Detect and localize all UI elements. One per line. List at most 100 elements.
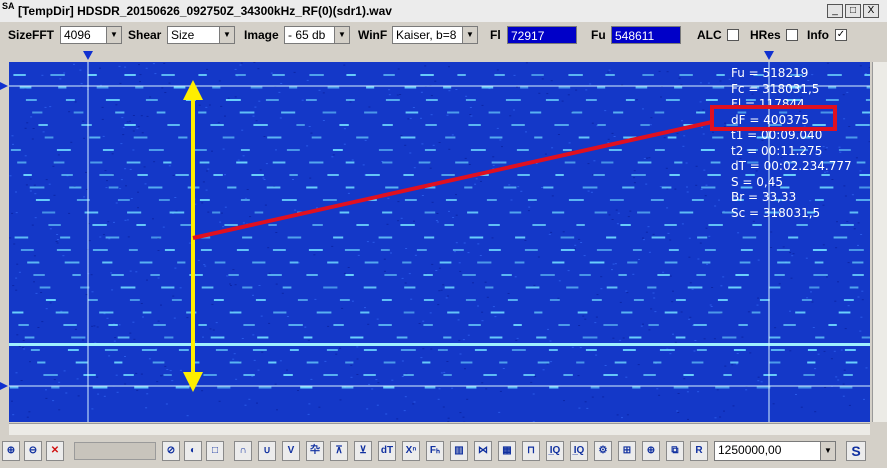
- reset-icon[interactable]: R: [690, 441, 708, 461]
- fu-field[interactable]: 548611: [611, 26, 681, 44]
- noise-speckle: [676, 133, 679, 135]
- noise-speckle: [142, 316, 144, 318]
- cursor-marker-left-icon[interactable]: [83, 51, 93, 60]
- vertical-scrollbar[interactable]: [872, 62, 887, 422]
- hres-checkbox[interactable]: [786, 29, 798, 41]
- horizontal-scrollbar[interactable]: [9, 423, 870, 435]
- cap-icon[interactable]: ∩: [234, 441, 252, 461]
- maximize-button[interactable]: □: [845, 4, 861, 18]
- fh-icon[interactable]: Fₕ: [426, 441, 444, 461]
- chevron-down-icon[interactable]: ▼: [106, 27, 121, 43]
- chevron-down-icon[interactable]: ▼: [219, 27, 234, 43]
- fl-field[interactable]: 72917: [507, 26, 577, 44]
- signal-burst: [217, 386, 231, 389]
- zoom-in-icon[interactable]: ⊕: [2, 441, 20, 461]
- close-button[interactable]: X: [863, 4, 879, 18]
- copy-icon[interactable]: ⧉: [666, 441, 684, 461]
- noise-speckle: [280, 83, 283, 84]
- cancel-icon[interactable]: ✕: [46, 441, 64, 461]
- filter-icon[interactable]: ⊞: [618, 441, 636, 461]
- winf-select[interactable]: Kaiser, b=8 ▼: [392, 26, 478, 44]
- noise-speckle: [671, 301, 674, 303]
- signal-burst: [332, 149, 343, 151]
- alc-checkbox[interactable]: [727, 29, 739, 41]
- noise-speckle: [347, 192, 350, 194]
- settings-icon[interactable]: ⚙: [594, 441, 612, 461]
- chevron-down-icon[interactable]: ▼: [820, 442, 835, 460]
- noise-speckle: [126, 219, 129, 221]
- stop-icon[interactable]: ⊘: [162, 441, 180, 461]
- signal-burst: [654, 149, 665, 151]
- s-button[interactable]: S: [846, 441, 866, 461]
- noise-speckle: [206, 68, 209, 70]
- cup-icon[interactable]: ∪: [258, 441, 276, 461]
- time-marker-bottom-icon[interactable]: [0, 382, 8, 390]
- noise-speckle: [513, 74, 516, 76]
- cross-icon[interactable]: ⋈: [474, 441, 492, 461]
- signal-burst: [552, 261, 565, 264]
- noise-speckle: [507, 293, 510, 294]
- pulse-icon[interactable]: ⊓: [522, 441, 540, 461]
- noise-speckle: [140, 303, 143, 304]
- signal-burst: [679, 211, 694, 214]
- noise-speckle: [396, 94, 399, 96]
- square-icon[interactable]: □: [206, 441, 224, 461]
- comb-icon[interactable]: ▥: [450, 441, 468, 461]
- noise-speckle: [627, 216, 630, 218]
- noise-speckle: [400, 135, 403, 137]
- shear-select[interactable]: Size ▼: [167, 26, 235, 44]
- dt-icon[interactable]: dT: [378, 441, 396, 461]
- signal-burst: [341, 386, 354, 389]
- signal-burst: [667, 136, 677, 139]
- sizefft-select[interactable]: 4096 ▼: [60, 26, 122, 44]
- image-select[interactable]: - 65 db ▼: [284, 26, 350, 44]
- signal-burst: [345, 274, 354, 276]
- marker-up-icon[interactable]: ⊻: [354, 441, 372, 461]
- noise-speckle: [260, 315, 263, 317]
- chevron-down-icon[interactable]: ▼: [462, 27, 477, 43]
- signal-burst: [403, 311, 415, 314]
- frequency-select[interactable]: 1250000,00 ▼: [714, 441, 836, 461]
- noise-speckle: [683, 378, 686, 380]
- signal-burst: [72, 274, 81, 276]
- signal-burst: [596, 249, 612, 251]
- signal-burst: [537, 361, 550, 364]
- marker-down-icon[interactable]: ⊼: [330, 441, 348, 461]
- iq-alt-icon[interactable]: I̲Q: [570, 441, 588, 461]
- power-icon[interactable]: Xⁿ: [402, 441, 420, 461]
- signal-burst: [499, 361, 508, 364]
- noise-speckle: [33, 184, 36, 186]
- signal-burst: [622, 186, 635, 189]
- noise-speckle: [33, 255, 36, 257]
- signal-burst: [64, 261, 80, 264]
- info-checkbox[interactable]: ✓: [835, 29, 847, 41]
- noise-speckle: [165, 403, 168, 405]
- signal-burst: [861, 336, 870, 339]
- noise-speckle: [633, 170, 636, 172]
- globe-icon[interactable]: ⊕: [642, 441, 660, 461]
- noise-speckle: [404, 396, 407, 398]
- noise-speckle: [864, 73, 867, 74]
- cursor-marker-right-icon[interactable]: [764, 51, 774, 60]
- grid-icon[interactable]: ▦: [498, 441, 516, 461]
- noise-speckle: [708, 235, 711, 237]
- signal-burst: [640, 124, 650, 126]
- signal-burst: [311, 136, 322, 139]
- chevron-down-icon[interactable]: ▼: [334, 27, 349, 43]
- noise-speckle: [724, 365, 727, 367]
- marker-tool-icon[interactable]: 卆: [306, 441, 324, 461]
- minimize-button[interactable]: _: [827, 4, 843, 18]
- noise-speckle: [702, 109, 705, 111]
- signal-burst: [578, 136, 590, 139]
- noise-speckle: [481, 382, 484, 384]
- v-marker-icon[interactable]: V: [282, 441, 300, 461]
- noise-speckle: [826, 276, 828, 278]
- noise-speckle: [649, 124, 652, 126]
- signal-burst: [443, 374, 452, 376]
- zoom-out-icon[interactable]: ⊖: [24, 441, 42, 461]
- iq-icon[interactable]: I̲Q: [546, 441, 564, 461]
- signal-burst: [289, 174, 298, 176]
- time-marker-top-icon[interactable]: [0, 82, 8, 90]
- cursor-marker-bar: [83, 51, 774, 60]
- speaker-icon[interactable]: ◐: [184, 441, 202, 461]
